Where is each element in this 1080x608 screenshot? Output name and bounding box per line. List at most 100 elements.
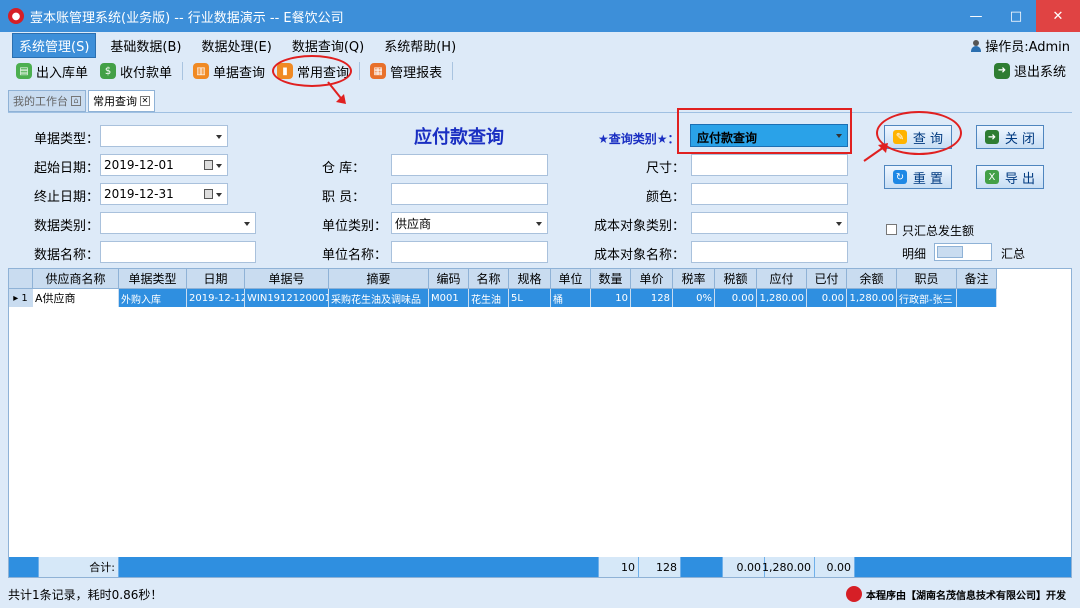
- table-cell[interactable]: 128: [631, 289, 673, 307]
- column-header[interactable]: 单价: [631, 269, 673, 289]
- exit-system-button[interactable]: ➜ 退出系统: [993, 61, 1066, 80]
- grid-header: 供应商名称 单据类型 日期 单据号 摘要 编码 名称 规格 单位 数量 单价 税…: [9, 269, 997, 289]
- vendor-credit: 本程序由【湖南名茂信息技术有限公司】开发: [846, 586, 1066, 602]
- column-header[interactable]: 供应商名称: [33, 269, 119, 289]
- operator-indicator: 操作员:Admin: [971, 36, 1070, 55]
- column-header[interactable]: 单据号: [245, 269, 329, 289]
- maximize-button[interactable]: □: [996, 0, 1036, 32]
- menu-data-query[interactable]: 数据查询(Q): [286, 34, 370, 57]
- doc-type-label: 单据类型：: [34, 132, 100, 147]
- export-button[interactable]: X 导 出: [976, 165, 1044, 189]
- table-cell[interactable]: 1,280.00: [847, 289, 897, 307]
- row-indicator-header: [9, 269, 33, 289]
- column-header[interactable]: 名称: [469, 269, 509, 289]
- stock-doc-icon: ▤: [16, 63, 32, 79]
- table-cell[interactable]: 0.00: [715, 289, 757, 307]
- size-input[interactable]: [691, 154, 848, 176]
- column-header[interactable]: 已付: [807, 269, 847, 289]
- color-label: 颜色：: [646, 190, 686, 205]
- data-name-input[interactable]: [100, 241, 256, 263]
- staff-input[interactable]: [391, 183, 548, 205]
- detail-summary-toggle[interactable]: [934, 243, 992, 261]
- close-form-button[interactable]: ➜ 关 闭: [976, 125, 1044, 149]
- data-type-select[interactable]: [100, 212, 256, 234]
- calendar-icon[interactable]: [204, 160, 213, 170]
- start-date-field[interactable]: 2019-12-01: [100, 154, 228, 176]
- table-cell[interactable]: WIN1912120001: [245, 289, 329, 307]
- cost-name-input[interactable]: [691, 241, 848, 263]
- unit-name-input[interactable]: [391, 241, 548, 263]
- reset-button[interactable]: ↻ 重 置: [884, 165, 952, 189]
- table-cell[interactable]: 0.00: [807, 289, 847, 307]
- doc-type-select[interactable]: [100, 125, 228, 147]
- table-cell[interactable]: 1,280.00: [757, 289, 807, 307]
- exit-icon: ➜: [984, 130, 999, 144]
- minimize-button[interactable]: —: [956, 0, 996, 32]
- table-cell[interactable]: 行政部-张三: [897, 289, 957, 307]
- footer-total-label: 合计:: [39, 557, 119, 577]
- column-header[interactable]: 单据类型: [119, 269, 187, 289]
- vendor-logo-icon: [846, 586, 862, 602]
- table-cell[interactable]: [957, 289, 997, 307]
- table-cell[interactable]: 外购入库: [119, 289, 187, 307]
- column-header[interactable]: 余额: [847, 269, 897, 289]
- table-cell[interactable]: 0%: [673, 289, 715, 307]
- warehouse-input[interactable]: [391, 154, 548, 176]
- table-cell[interactable]: 桶: [551, 289, 591, 307]
- operator-label: 操作员:Admin: [985, 40, 1070, 55]
- column-header[interactable]: 摘要: [329, 269, 429, 289]
- annotation-arrow: [863, 143, 888, 162]
- table-row[interactable]: ▸ 1 A供应商 外购入库 2019-12-12 WIN1912120001 采…: [9, 289, 997, 307]
- column-header[interactable]: 税率: [673, 269, 715, 289]
- cost-type-select[interactable]: [691, 212, 848, 234]
- column-header[interactable]: 职员: [897, 269, 957, 289]
- vendor-text: 本程序由【湖南名茂信息技术有限公司】开发: [866, 590, 1066, 602]
- table-cell[interactable]: 10: [591, 289, 631, 307]
- toolbar-payment-doc[interactable]: $ 收付款单: [94, 60, 178, 82]
- summary-only-checkbox[interactable]: [886, 224, 897, 235]
- color-input[interactable]: [691, 183, 848, 205]
- tab-close-icon[interactable]: ✕: [140, 96, 150, 106]
- column-header[interactable]: 备注: [957, 269, 997, 289]
- unit-type-select[interactable]: 供应商: [391, 212, 548, 234]
- column-header[interactable]: 数量: [591, 269, 631, 289]
- annotation-arrow: [327, 81, 346, 104]
- menu-system[interactable]: 系统管理(S): [12, 32, 97, 58]
- table-cell[interactable]: 花生油: [469, 289, 509, 307]
- footer-paid: 0.00: [815, 557, 855, 577]
- tab-common-query[interactable]: 常用查询 ✕: [88, 90, 155, 112]
- toggle-knob: [937, 246, 963, 258]
- cost-type-label: 成本对象类别：: [594, 219, 686, 234]
- tab-workbench[interactable]: 我的工作台 ⌂: [8, 90, 86, 112]
- exit-icon: ➜: [993, 62, 1010, 79]
- column-header[interactable]: 税额: [715, 269, 757, 289]
- menu-data-process[interactable]: 数据处理(E): [195, 34, 277, 57]
- end-date-field[interactable]: 2019-12-31: [100, 183, 228, 205]
- footer-spacer: [9, 557, 39, 577]
- table-cell[interactable]: 5L: [509, 289, 551, 307]
- tab-strip: 我的工作台 ⌂ 常用查询 ✕: [8, 88, 155, 112]
- column-header[interactable]: 应付: [757, 269, 807, 289]
- exit-label: 退出系统: [1013, 65, 1066, 80]
- column-header[interactable]: 规格: [509, 269, 551, 289]
- toolbar-doc-query[interactable]: ▥ 单据查询: [187, 60, 271, 82]
- window-controls: — □ ✕: [956, 0, 1080, 32]
- footer-spacer: [681, 557, 723, 577]
- toolbar-mgmt-report[interactable]: ▦ 管理报表: [364, 60, 448, 82]
- status-text: 共计1条记录，耗时0.86秒！: [8, 587, 163, 602]
- footer-payable: 1,280.00: [762, 557, 815, 577]
- menu-help[interactable]: 系统帮助(H): [378, 34, 462, 57]
- table-cell[interactable]: 采购花生油及调味品: [329, 289, 429, 307]
- calendar-icon[interactable]: [204, 189, 213, 199]
- column-header[interactable]: 编码: [429, 269, 469, 289]
- close-button[interactable]: ✕: [1036, 0, 1080, 32]
- toolbar-stock-doc[interactable]: ▤ 出入库单: [10, 60, 94, 82]
- table-cell[interactable]: M001: [429, 289, 469, 307]
- column-header[interactable]: 单位: [551, 269, 591, 289]
- unit-name-label: 单位名称：: [322, 248, 388, 263]
- column-header[interactable]: 日期: [187, 269, 245, 289]
- menu-basic-data[interactable]: 基础数据(B): [104, 34, 187, 57]
- footer-tax: 0.00: [723, 557, 765, 577]
- table-cell[interactable]: 2019-12-12: [187, 289, 245, 307]
- table-cell[interactable]: A供应商: [33, 289, 119, 307]
